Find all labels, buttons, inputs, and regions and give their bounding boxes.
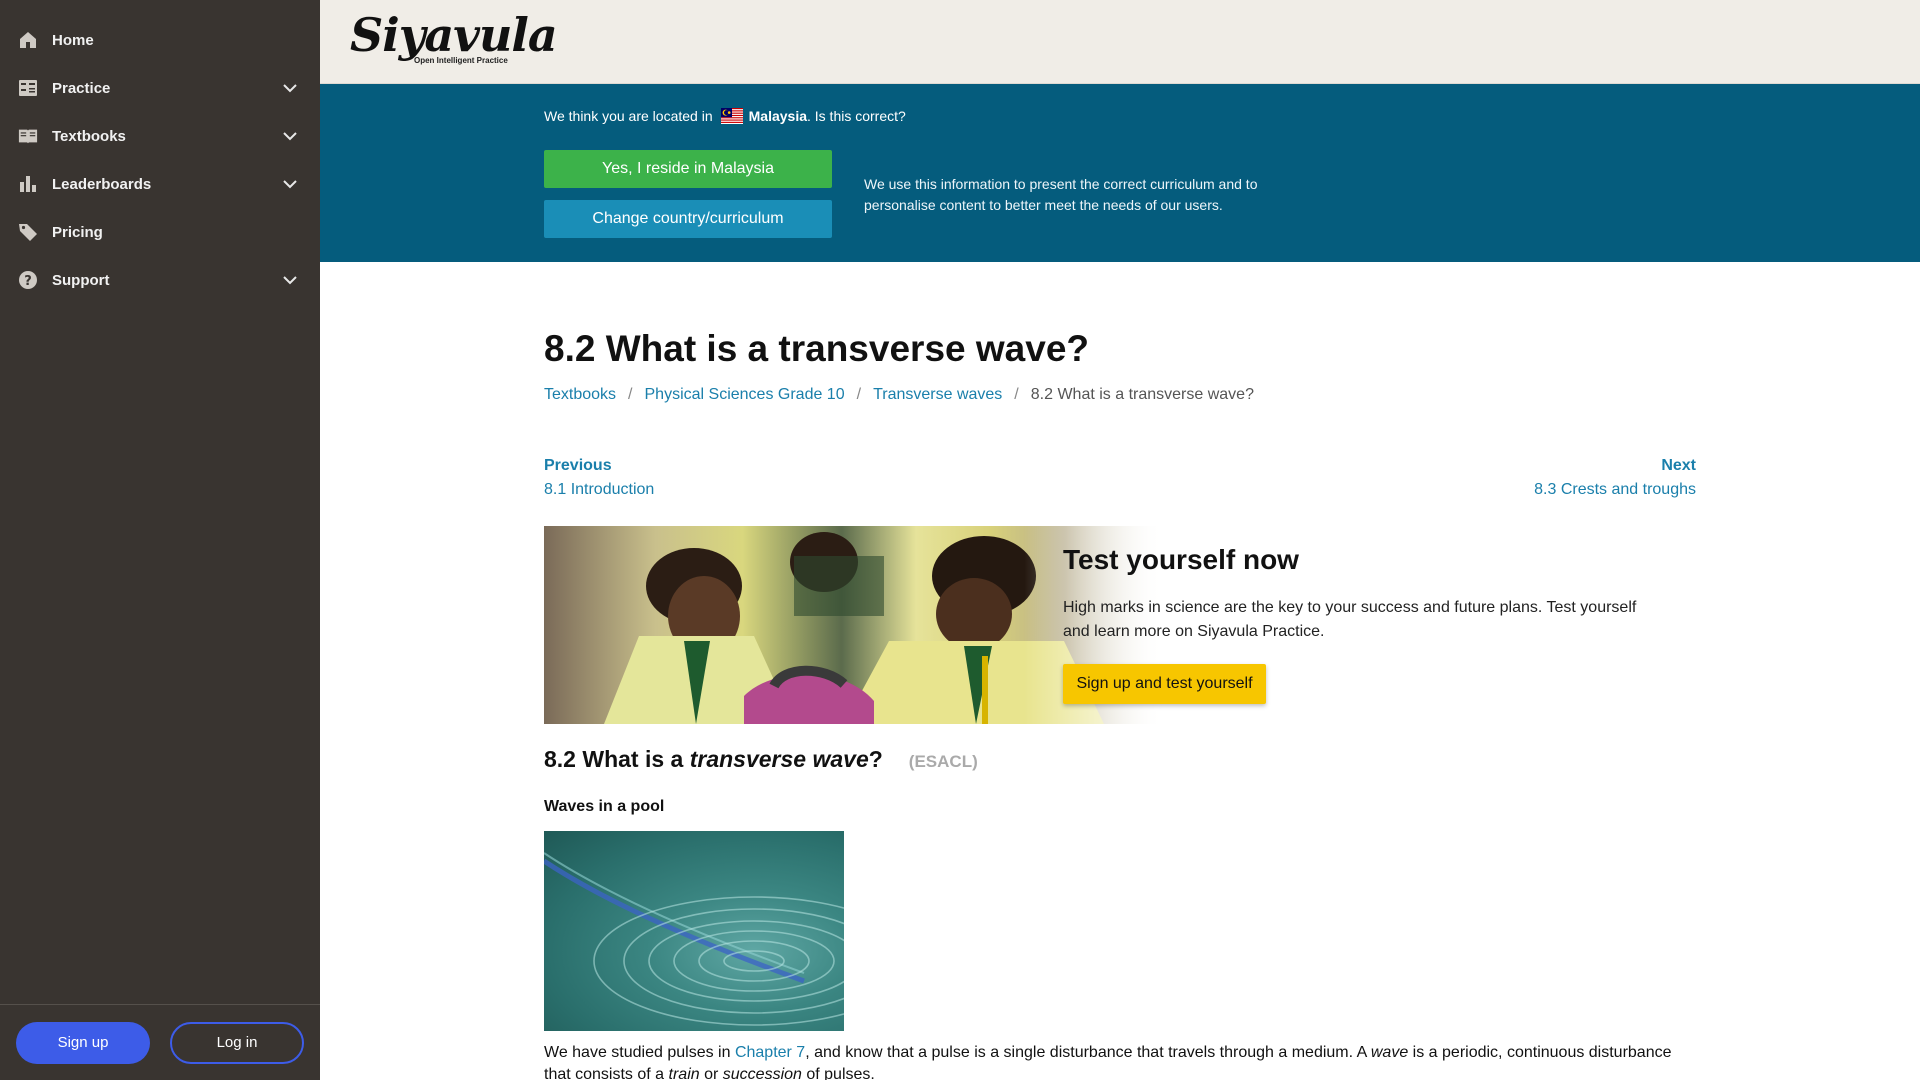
confirm-country-button[interactable]: Yes, I reside in Malaysia (544, 150, 832, 188)
practice-icon (18, 78, 38, 98)
page-title: 8.2 What is a transverse wave? (544, 328, 1089, 369)
pool-waves-image (544, 831, 844, 1031)
breadcrumb-separator: / (1014, 386, 1019, 403)
location-suffix: . Is this correct? (807, 108, 906, 124)
sidebar-item-home[interactable]: Home (0, 16, 320, 64)
sidebar-nav: Home Practice Textbooks Leaderboards Pri… (0, 0, 320, 304)
next-caption: Next (1661, 457, 1696, 474)
section-heading-suffix: ? (868, 746, 883, 772)
bar-chart-icon (18, 174, 38, 194)
body-text-1: We have studied pulses in (544, 1044, 735, 1061)
location-question: We think you are located in Malaysia . I… (544, 108, 906, 124)
body-text-4: or (699, 1066, 723, 1080)
change-country-button[interactable]: Change country/curriculum (544, 200, 832, 238)
next-section-link[interactable]: 8.3 Crests and troughs (1534, 478, 1696, 502)
sidebar-footer: Sign up Log in (0, 1004, 320, 1080)
breadcrumb-separator: / (628, 386, 633, 403)
previous-caption: Previous (544, 457, 612, 474)
chevron-down-icon (283, 132, 297, 141)
home-icon (18, 30, 38, 50)
malaysia-flag-icon (720, 108, 743, 124)
previous-section-link[interactable]: 8.1 Introduction (544, 478, 654, 502)
location-country: Malaysia (748, 108, 807, 124)
svg-text:?: ? (24, 274, 32, 289)
sidebar-item-label: Home (52, 31, 94, 49)
promo-text: High marks in science are the key to you… (1063, 599, 1637, 640)
tag-icon (18, 222, 38, 242)
breadcrumb-separator: / (856, 386, 862, 403)
chevron-down-icon (283, 180, 297, 189)
sign-up-test-button[interactable]: Sign up and test yourself (1063, 664, 1266, 704)
sidebar-item-leaderboards[interactable]: Leaderboards (0, 160, 320, 208)
breadcrumb-textbooks[interactable]: Textbooks (544, 386, 616, 404)
term-wave: wave (1370, 1044, 1409, 1061)
location-prefix: We think you are located in (544, 108, 713, 124)
sidebar-item-practice[interactable]: Practice (0, 64, 320, 112)
location-banner: We think you are located in Malaysia . I… (320, 84, 1920, 262)
siyavula-logo[interactable]: Siyavula Open Intelligent Practice (350, 8, 558, 72)
term-succession: succession (722, 1066, 802, 1080)
location-info-text: We use this information to present the c… (864, 176, 1258, 213)
sidebar-item-label: Practice (52, 79, 111, 97)
sign-up-button[interactable]: Sign up (16, 1021, 150, 1064)
body-text-2: , and know that a pulse is a single dist… (805, 1044, 1371, 1061)
section-id: (ESACL) (908, 752, 978, 771)
previous-section-nav[interactable]: Previous 8.1 Introduction (544, 454, 654, 502)
logo-tagline: Open Intelligent Practice (414, 56, 508, 65)
body-text-5: of pulses. (801, 1066, 875, 1080)
term-train: train (668, 1066, 700, 1080)
breadcrumb-physical-sciences[interactable]: Physical Sciences Grade 10 (645, 386, 845, 404)
log-in-button[interactable]: Log in (170, 1021, 304, 1064)
section-heading-prefix: 8.2 What is a (544, 746, 690, 772)
next-section-nav[interactable]: Next 8.3 Crests and troughs (1534, 454, 1696, 502)
section-heading-term: transverse wave (689, 746, 869, 772)
sidebar-item-textbooks[interactable]: Textbooks (0, 112, 320, 160)
chevron-down-icon (283, 84, 297, 93)
sidebar-item-label: Leaderboards (52, 175, 152, 193)
sidebar-item-pricing[interactable]: Pricing (0, 208, 320, 256)
sidebar-item-support[interactable]: ? Support (0, 256, 320, 304)
section-heading: 8.2 What is a transverse wave ? (ESACL) (544, 746, 978, 773)
promo-title: Test yourself now (1063, 544, 1299, 575)
book-icon (18, 126, 38, 146)
figure-title: Waves in a pool (544, 798, 665, 815)
practice-promo: Test yourself now High marks in science … (544, 526, 1696, 724)
sidebar-item-label: Textbooks (52, 127, 126, 145)
body-paragraph: We have studied pulses in Chapter 7, and… (544, 1042, 1696, 1080)
chevron-down-icon (283, 276, 297, 285)
top-header: Siyavula Open Intelligent Practice (320, 0, 1920, 84)
sidebar-item-label: Pricing (52, 223, 103, 241)
breadcrumb: Textbooks / Physical Sciences Grade 10 /… (544, 386, 1254, 404)
logo-wordmark: Siyavula (350, 8, 558, 62)
help-icon: ? (18, 270, 38, 290)
sidebar: Home Practice Textbooks Leaderboards Pri… (0, 0, 320, 1080)
breadcrumb-current: 8.2 What is a transverse wave? (1030, 386, 1254, 403)
sidebar-item-label: Support (52, 271, 110, 289)
breadcrumb-transverse-waves[interactable]: Transverse waves (873, 386, 1002, 404)
chapter-7-link[interactable]: Chapter 7 (735, 1044, 805, 1061)
